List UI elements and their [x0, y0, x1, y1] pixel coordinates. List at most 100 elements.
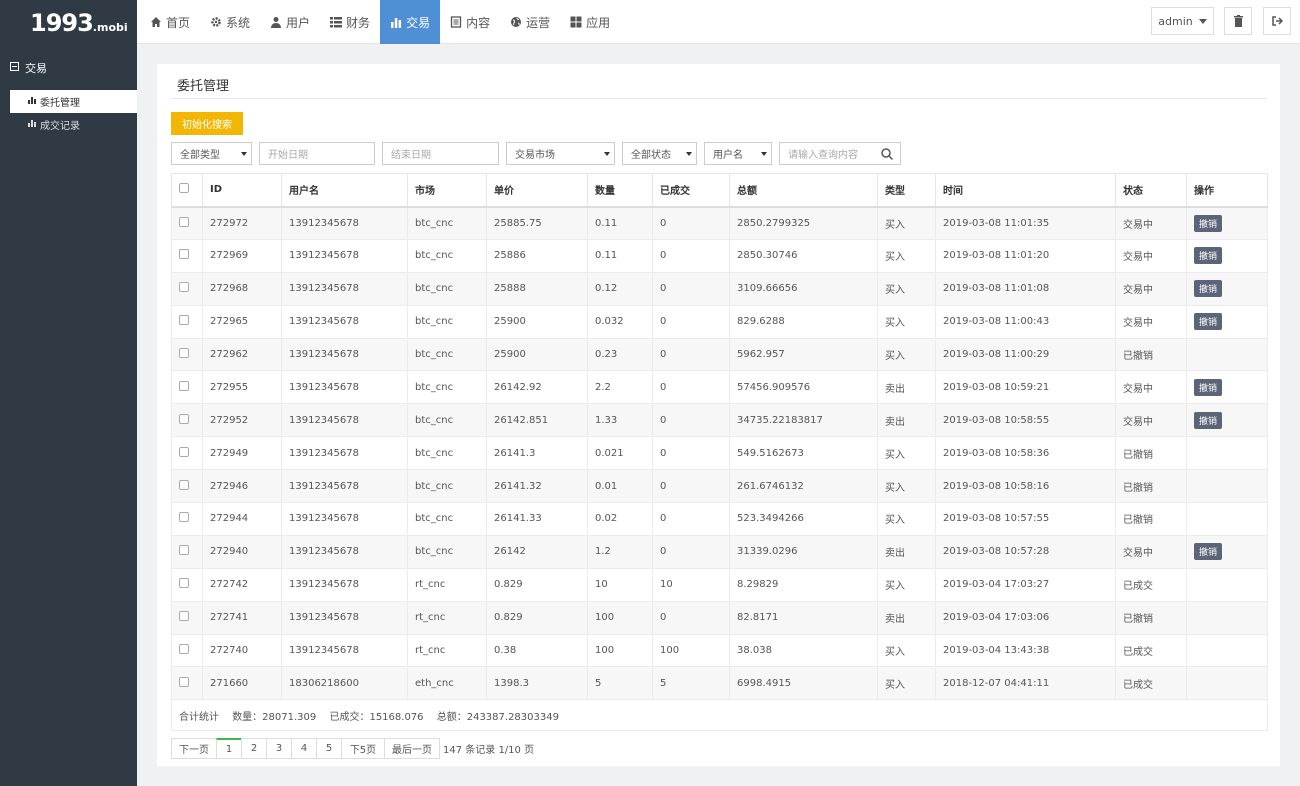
table-cell: 0 — [652, 403, 730, 438]
table-cell: btc_cnc — [407, 206, 487, 240]
row-checkbox[interactable] — [179, 545, 189, 556]
table-cell: 13912345678 — [281, 469, 408, 504]
bar-chart-icon — [28, 119, 37, 130]
table-row: 272972 13912345678 btc_cnc 25885.75 0.11 0 285… — [171, 206, 1268, 240]
sidebar-item-label: 成交记录 — [40, 121, 80, 132]
admin-dropdown[interactable]: admin — [1151, 7, 1214, 35]
market-select[interactable]: 交易市场 — [506, 142, 615, 165]
type-select[interactable]: 全部类型 — [171, 142, 252, 165]
main-panel: 委托管理 初始化搜索 全部类型 开始日期 结束日期 交易市场 全部状态 用户名 … — [157, 64, 1280, 766]
table-cell: 272952 — [202, 403, 282, 438]
table-cell: 已成交 — [1115, 633, 1187, 668]
column-header: 市场 — [407, 173, 487, 208]
page-2-button[interactable]: 2 — [241, 738, 267, 759]
nav-item-label: 用户 — [286, 15, 311, 30]
table-cell: 5 — [587, 666, 653, 701]
table-cell: 2019-03-08 10:57:28 — [935, 534, 1116, 569]
table-cell: 38.038 — [729, 633, 878, 668]
nav-item-4[interactable]: 交易 — [380, 0, 441, 44]
brand-logo[interactable]: 1993.mobi — [0, 0, 137, 44]
nav-item-0[interactable]: 首页 — [140, 0, 200, 44]
end-date-input[interactable]: 结束日期 — [382, 142, 499, 165]
sidebar-item-orders[interactable]: 委托管理 — [10, 90, 137, 113]
row-checkbox[interactable] — [179, 249, 189, 260]
table-cell: 8.29829 — [729, 567, 878, 602]
table-cell: 25888 — [486, 271, 588, 306]
table-cell: 交易中 — [1115, 271, 1187, 306]
page-4-button[interactable]: 4 — [291, 738, 317, 759]
table-cell: 交易中 — [1115, 534, 1187, 569]
search-icon[interactable] — [880, 147, 894, 161]
row-checkbox[interactable] — [179, 512, 189, 523]
row-checkbox[interactable] — [179, 446, 189, 457]
last-page-button[interactable]: 最后一页 — [384, 738, 440, 759]
page-3-button[interactable]: 3 — [266, 738, 292, 759]
sidebar-item-trades[interactable]: 成交记录 — [10, 113, 137, 136]
field-select[interactable]: 用户名 — [704, 142, 772, 165]
cancel-order-button[interactable]: 撤销 — [1194, 247, 1223, 265]
table-row: 272962 13912345678 btc_cnc 25900 0.23 0 5962.9… — [171, 337, 1268, 372]
column-header: 已成交 — [652, 173, 730, 208]
table-cell: 25885.75 — [486, 206, 588, 240]
table-cell: 261.6746132 — [729, 469, 878, 504]
table-cell: 2019-03-08 11:00:29 — [935, 337, 1116, 372]
next-5-pages-button[interactable]: 下5页 — [341, 738, 385, 759]
nav-item-7[interactable]: 应用 — [560, 0, 620, 44]
table-cell: 0.38 — [486, 633, 588, 668]
nav-item-5[interactable]: 内容 — [440, 0, 500, 44]
row-checkbox[interactable] — [179, 479, 189, 490]
row-select-cell — [171, 469, 203, 504]
table-cell: 0.11 — [587, 238, 653, 273]
table-cell: btc_cnc — [407, 502, 487, 536]
table-cell: 26141.33 — [486, 502, 588, 536]
row-checkbox[interactable] — [179, 578, 189, 589]
row-checkbox[interactable] — [179, 676, 189, 687]
table-cell: 13912345678 — [281, 600, 408, 635]
row-checkbox[interactable] — [179, 315, 189, 326]
table-cell: 26142 — [486, 534, 588, 569]
page-5-button[interactable]: 5 — [316, 738, 342, 759]
table-cell: 卖出 — [877, 600, 936, 635]
page-1-button[interactable]: 1 — [216, 738, 242, 759]
sidebar-section-trade[interactable]: 交易 — [0, 44, 137, 90]
cancel-order-button[interactable]: 撤销 — [1194, 411, 1223, 429]
table-cell: 1.2 — [587, 534, 653, 569]
cancel-order-button[interactable]: 撤销 — [1194, 280, 1223, 298]
row-checkbox[interactable] — [179, 380, 189, 391]
row-select-cell — [171, 271, 203, 306]
query-input[interactable]: 请输入查询内容 — [779, 142, 901, 165]
nav-item-1[interactable]: 系统 — [200, 0, 260, 44]
logout-button[interactable] — [1263, 7, 1291, 35]
table-cell: 已成交 — [1115, 666, 1187, 701]
table-cell: 272741 — [202, 600, 282, 635]
clear-cache-button[interactable] — [1224, 7, 1252, 35]
row-checkbox[interactable] — [179, 611, 189, 622]
row-checkbox[interactable] — [179, 644, 189, 655]
cancel-order-button[interactable]: 撤销 — [1194, 543, 1223, 561]
table-cell: 交易中 — [1115, 304, 1187, 339]
caret-down-icon — [686, 152, 692, 156]
cancel-order-button[interactable]: 撤销 — [1194, 378, 1223, 396]
cancel-order-button[interactable]: 撤销 — [1194, 214, 1223, 232]
table-cell: 卖出 — [877, 403, 936, 438]
init-search-button[interactable]: 初始化搜索 — [171, 112, 243, 135]
cancel-order-button[interactable]: 撤销 — [1194, 313, 1223, 331]
globe-icon — [510, 16, 522, 28]
nav-item-6[interactable]: 运营 — [500, 0, 560, 44]
nav-item-2[interactable]: 用户 — [260, 0, 320, 44]
prev-page-button[interactable]: 下一页 — [171, 738, 217, 759]
select-all-checkbox[interactable] — [179, 183, 189, 194]
sidebar-item-label: 委托管理 — [40, 98, 80, 109]
table-cell: 0 — [652, 337, 730, 372]
start-date-input[interactable]: 开始日期 — [259, 142, 375, 165]
row-checkbox[interactable] — [179, 216, 189, 227]
table-cell: btc_cnc — [407, 337, 487, 372]
nav-item-3[interactable]: 财务 — [320, 0, 380, 44]
row-checkbox[interactable] — [179, 282, 189, 293]
table-cell: 13912345678 — [281, 271, 408, 306]
table-cell: 272742 — [202, 567, 282, 602]
status-select[interactable]: 全部状态 — [622, 142, 697, 165]
row-checkbox[interactable] — [179, 348, 189, 358]
row-checkbox[interactable] — [179, 413, 189, 424]
table-cell: 6998.4915 — [729, 666, 878, 701]
